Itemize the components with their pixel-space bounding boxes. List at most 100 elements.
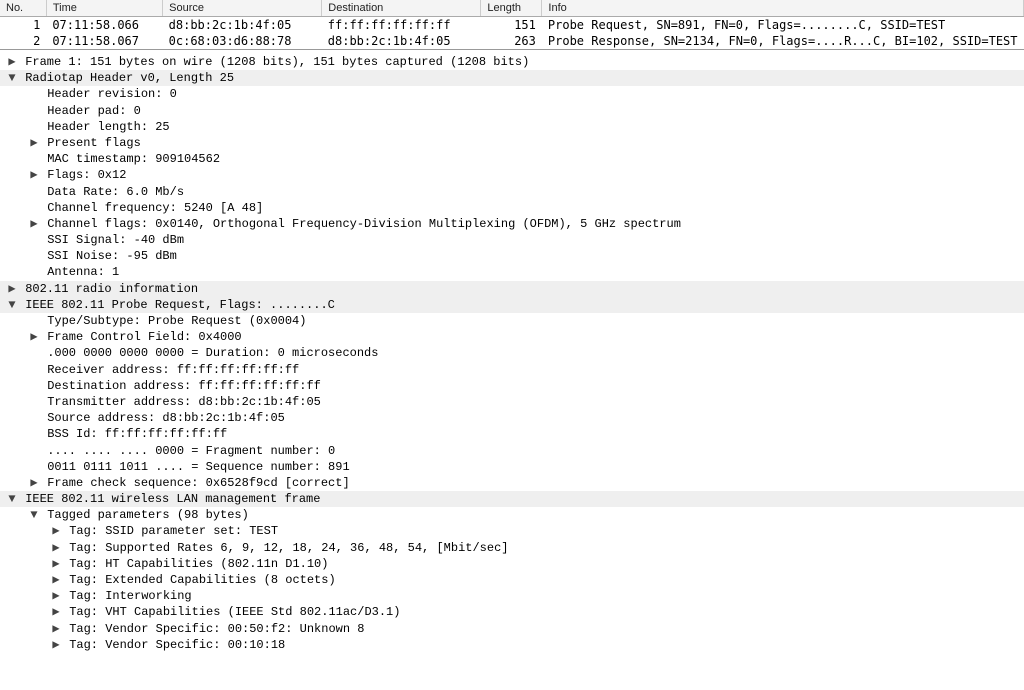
tree-row-label: Source address: d8:bb:2c:1b:4f:05 [40,411,285,425]
tree-toggle-icon[interactable]: ▼ [6,297,18,313]
tree-row[interactable]: ▼ IEEE 802.11 Probe Request, Flags: ....… [0,297,1024,313]
tree-row-label: Tag: Vendor Specific: 00:10:18 [62,638,285,652]
tree-row[interactable]: ▶ Channel flags: 0x0140, Orthogonal Freq… [0,216,1024,232]
tree-row[interactable]: SSI Signal: -40 dBm [0,232,1024,248]
tree-row[interactable]: Data Rate: 6.0 Mb/s [0,184,1024,200]
tree-toggle-none [28,103,40,119]
packet-list-pane: No. Time Source Destination Length Info … [0,0,1024,50]
tree-row[interactable]: .... .... .... 0000 = Fragment number: 0 [0,443,1024,459]
tree-toggle-icon[interactable]: ▶ [28,475,40,491]
tree-row[interactable]: SSI Noise: -95 dBm [0,248,1024,264]
tree-toggle-none [28,362,40,378]
tree-row-label: Tag: Interworking [62,589,192,603]
tree-row-label: .... .... .... 0000 = Fragment number: 0 [40,444,335,458]
tree-row[interactable]: Header length: 25 [0,119,1024,135]
tree-row-label: Antenna: 1 [40,265,119,279]
tree-row[interactable]: ▶ Flags: 0x12 [0,167,1024,183]
tree-toggle-icon[interactable]: ▶ [28,216,40,232]
tree-row[interactable]: MAC timestamp: 909104562 [0,151,1024,167]
tree-toggle-icon[interactable]: ▶ [6,281,18,297]
tree-toggle-icon[interactable]: ▶ [50,540,62,556]
tree-row-label: Frame Control Field: 0x4000 [40,330,242,344]
tree-toggle-icon[interactable]: ▶ [50,621,62,637]
tree-row[interactable]: 0011 0111 1011 .... = Sequence number: 8… [0,459,1024,475]
tree-row-label: SSI Signal: -40 dBm [40,233,184,247]
tree-row[interactable]: Header revision: 0 [0,86,1024,102]
tree-row-label: Tagged parameters (98 bytes) [40,508,249,522]
tree-row[interactable]: ▶ Tag: Supported Rates 6, 9, 12, 18, 24,… [0,540,1024,556]
tree-toggle-none [28,184,40,200]
tree-toggle-none [28,426,40,442]
tree-row[interactable]: ▶ Tag: SSID parameter set: TEST [0,523,1024,539]
tree-row[interactable]: Type/Subtype: Probe Request (0x0004) [0,313,1024,329]
tree-row[interactable]: ▶ Tag: Interworking [0,588,1024,604]
packet-row[interactable]: 2 07:11:58.067 0c:68:03:d6:88:78 d8:bb:2… [0,33,1024,49]
tree-row[interactable]: ▼ Radiotap Header v0, Length 25 [0,70,1024,86]
tree-toggle-icon[interactable]: ▶ [28,135,40,151]
tree-row-label: Frame check sequence: 0x6528f9cd [correc… [40,476,350,490]
tree-toggle-icon[interactable]: ▶ [50,604,62,620]
tree-row[interactable]: Antenna: 1 [0,264,1024,280]
col-header-no[interactable]: No. [0,0,46,17]
col-header-source[interactable]: Source [163,0,322,17]
tree-row-label: Header revision: 0 [40,87,177,101]
tree-row[interactable]: Source address: d8:bb:2c:1b:4f:05 [0,410,1024,426]
tree-row[interactable]: Transmitter address: d8:bb:2c:1b:4f:05 [0,394,1024,410]
tree-row-label: Tag: SSID parameter set: TEST [62,524,278,538]
tree-toggle-none [28,443,40,459]
tree-row[interactable]: ▼ Tagged parameters (98 bytes) [0,507,1024,523]
tree-toggle-icon[interactable]: ▶ [6,54,18,70]
tree-toggle-icon[interactable]: ▼ [6,491,18,507]
tree-toggle-none [28,345,40,361]
tree-row-label: MAC timestamp: 909104562 [40,152,220,166]
col-header-destination[interactable]: Destination [322,0,481,17]
tree-row[interactable]: ▶ Tag: VHT Capabilities (IEEE Std 802.11… [0,604,1024,620]
tree-toggle-none [28,459,40,475]
tree-row[interactable]: Receiver address: ff:ff:ff:ff:ff:ff [0,362,1024,378]
tree-row-label: Header pad: 0 [40,104,141,118]
tree-toggle-icon[interactable]: ▶ [50,523,62,539]
cell-length: 151 [481,17,542,34]
tree-row[interactable]: ▶ Tag: HT Capabilities (802.11n D1.10) [0,556,1024,572]
col-header-length[interactable]: Length [481,0,542,17]
tree-row[interactable]: BSS Id: ff:ff:ff:ff:ff:ff [0,426,1024,442]
tree-row-label: Header length: 25 [40,120,170,134]
tree-row[interactable]: Channel frequency: 5240 [A 48] [0,200,1024,216]
cell-length: 263 [481,33,542,49]
col-header-info[interactable]: Info [542,0,1024,17]
tree-row-label: Tag: HT Capabilities (802.11n D1.10) [62,557,328,571]
cell-info: Probe Request, SN=891, FN=0, Flags=.....… [542,17,1024,34]
tree-row-label: Channel flags: 0x0140, Orthogonal Freque… [40,217,681,231]
tree-toggle-icon[interactable]: ▶ [50,556,62,572]
tree-row[interactable]: ▶ Present flags [0,135,1024,151]
tree-row[interactable]: .000 0000 0000 0000 = Duration: 0 micros… [0,345,1024,361]
tree-row[interactable]: ▶ Tag: Vendor Specific: 00:10:18 [0,637,1024,653]
tree-toggle-icon[interactable]: ▼ [28,507,40,523]
cell-no: 2 [0,33,46,49]
tree-toggle-icon[interactable]: ▼ [6,70,18,86]
tree-row[interactable]: ▶ Tag: Extended Capabilities (8 octets) [0,572,1024,588]
tree-row-label: SSI Noise: -95 dBm [40,249,177,263]
tree-row[interactable]: ▶ Tag: Vendor Specific: 00:50:f2: Unknow… [0,621,1024,637]
tree-row-label: Type/Subtype: Probe Request (0x0004) [40,314,306,328]
tree-toggle-icon[interactable]: ▶ [28,329,40,345]
tree-row-label: Channel frequency: 5240 [A 48] [40,201,263,215]
tree-row-label: Frame 1: 151 bytes on wire (1208 bits), … [18,55,529,69]
tree-row[interactable]: ▶ 802.11 radio information [0,281,1024,297]
tree-toggle-icon[interactable]: ▶ [50,588,62,604]
tree-row-label: Present flags [40,136,141,150]
tree-row[interactable]: ▼ IEEE 802.11 wireless LAN management fr… [0,491,1024,507]
tree-row[interactable]: ▶ Frame 1: 151 bytes on wire (1208 bits)… [0,54,1024,70]
tree-toggle-icon[interactable]: ▶ [50,637,62,653]
tree-row[interactable]: ▶ Frame Control Field: 0x4000 [0,329,1024,345]
cell-time: 07:11:58.067 [46,33,162,49]
tree-row[interactable]: Destination address: ff:ff:ff:ff:ff:ff [0,378,1024,394]
tree-toggle-icon[interactable]: ▶ [50,572,62,588]
tree-row[interactable]: ▶ Frame check sequence: 0x6528f9cd [corr… [0,475,1024,491]
tree-row[interactable]: Header pad: 0 [0,103,1024,119]
tree-toggle-icon[interactable]: ▶ [28,167,40,183]
packet-row[interactable]: 1 07:11:58.066 d8:bb:2c:1b:4f:05 ff:ff:f… [0,17,1024,34]
packet-table: No. Time Source Destination Length Info … [0,0,1024,49]
tree-row-label: 802.11 radio information [18,282,198,296]
col-header-time[interactable]: Time [46,0,162,17]
